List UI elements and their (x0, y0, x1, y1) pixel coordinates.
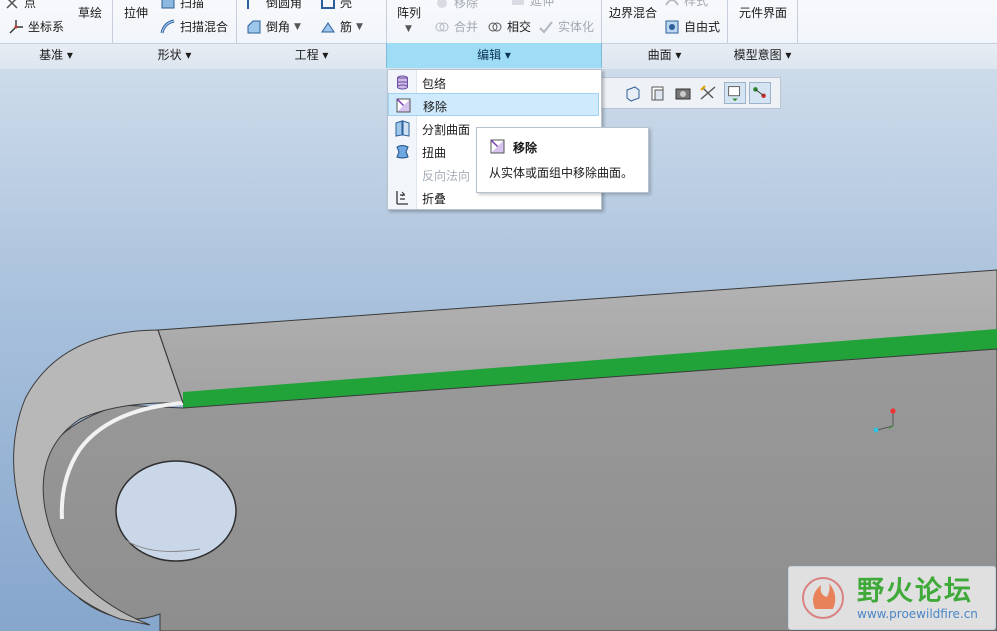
chamfer-button[interactable]: 倒角 ▼ (246, 18, 301, 35)
intersect-button[interactable]: 相交 (487, 18, 531, 35)
group-surfaces[interactable]: 曲面 ▾ (602, 43, 727, 68)
watermark-url: www.proewildfire.cn (857, 607, 978, 621)
sweep-blend-button[interactable]: 扫描混合 (160, 18, 228, 35)
solidify-button[interactable]: 实体化 (538, 18, 594, 35)
shell-button[interactable]: 壳 (320, 0, 352, 11)
solidify-icon (539, 20, 553, 33)
round-button[interactable]: 倒圆角 (246, 0, 302, 11)
chamfer-dropdown-icon[interactable]: ▼ (294, 22, 301, 32)
coord-system-icon (9, 19, 23, 33)
round-icon (247, 0, 250, 9)
sketch-button[interactable]: 草绘 (78, 4, 102, 21)
remove-top-button[interactable]: 移除 (434, 0, 478, 11)
display-style-icon[interactable] (724, 82, 746, 104)
remove-surface-icon (396, 98, 411, 113)
extend-icon (512, 0, 524, 5)
remove-icon (437, 0, 447, 8)
shaded-view-icon[interactable] (622, 82, 644, 104)
point-button[interactable]: 点 (4, 0, 36, 11)
watermark-title: 野火论坛 (857, 576, 973, 607)
flame-logo-icon (802, 577, 844, 619)
rib-button[interactable]: 筋 ▼ (320, 18, 363, 35)
warp-icon (396, 145, 409, 159)
rib-icon (321, 21, 335, 32)
chamfer-icon (247, 20, 261, 33)
extrude-button[interactable]: 拉伸 (124, 4, 148, 21)
merge-button[interactable]: 合并 (434, 18, 478, 35)
tooltip-description: 从实体或面组中移除曲面。 (489, 166, 634, 180)
view-toolbar (598, 77, 781, 109)
group-engineering[interactable]: 工程 ▾ (237, 43, 386, 68)
extend-button[interactable]: 延伸 (510, 0, 554, 9)
menu-item-wrap[interactable]: 包络 (388, 71, 599, 94)
split-surface-icon (395, 120, 410, 137)
group-shapes[interactable]: 形状 ▾ (113, 43, 236, 68)
camera-icon[interactable] (672, 82, 694, 104)
remove-surface-icon (490, 139, 505, 154)
spin-center-icon[interactable] (749, 82, 771, 104)
shell-icon (321, 0, 335, 9)
coord-system-button[interactable]: 坐标系 (8, 18, 64, 35)
intersect-icon (488, 22, 502, 31)
pattern-dropdown-icon[interactable]: ▼ (405, 24, 412, 34)
freestyle-button[interactable]: 自由式 (664, 18, 720, 35)
sweep-blend-icon (160, 19, 175, 33)
freestyle-icon (665, 20, 679, 33)
pattern-button[interactable]: 阵列 (397, 4, 421, 21)
style-icon (665, 0, 679, 6)
tooltip-remove: 移除 从实体或面组中移除曲面。 (476, 127, 649, 193)
datum-display-icon[interactable] (697, 82, 719, 104)
rib-dropdown-icon[interactable]: ▼ (356, 22, 363, 32)
sweep-button[interactable]: 扫描 (160, 0, 204, 11)
ribbon: 点 扫描 倒圆角 壳 移除 延伸 样式 坐标系 草绘 拉伸 扫描混合 倒角 ▼ … (0, 0, 997, 69)
menu-item-remove[interactable]: 移除 (388, 93, 599, 116)
point-icon (6, 0, 18, 9)
style-button[interactable]: 样式 (664, 0, 708, 9)
group-editing[interactable]: 编辑 ▾ (386, 43, 602, 68)
fold-icon (396, 191, 408, 205)
tooltip-title: 移除 (513, 141, 538, 155)
group-datum[interactable]: 基准 ▾ (0, 43, 112, 68)
merge-icon (435, 22, 449, 31)
group-model-intent[interactable]: 模型意图 ▾ (728, 43, 797, 68)
wrap-icon (397, 75, 408, 90)
component-interface-button[interactable]: 元件界面 (739, 4, 787, 21)
sweep-icon (161, 0, 175, 8)
forum-watermark: 野火论坛 www.proewildfire.cn (788, 566, 996, 630)
boundary-blend-button[interactable]: 边界混合 (609, 4, 657, 21)
saved-views-icon[interactable] (647, 82, 669, 104)
